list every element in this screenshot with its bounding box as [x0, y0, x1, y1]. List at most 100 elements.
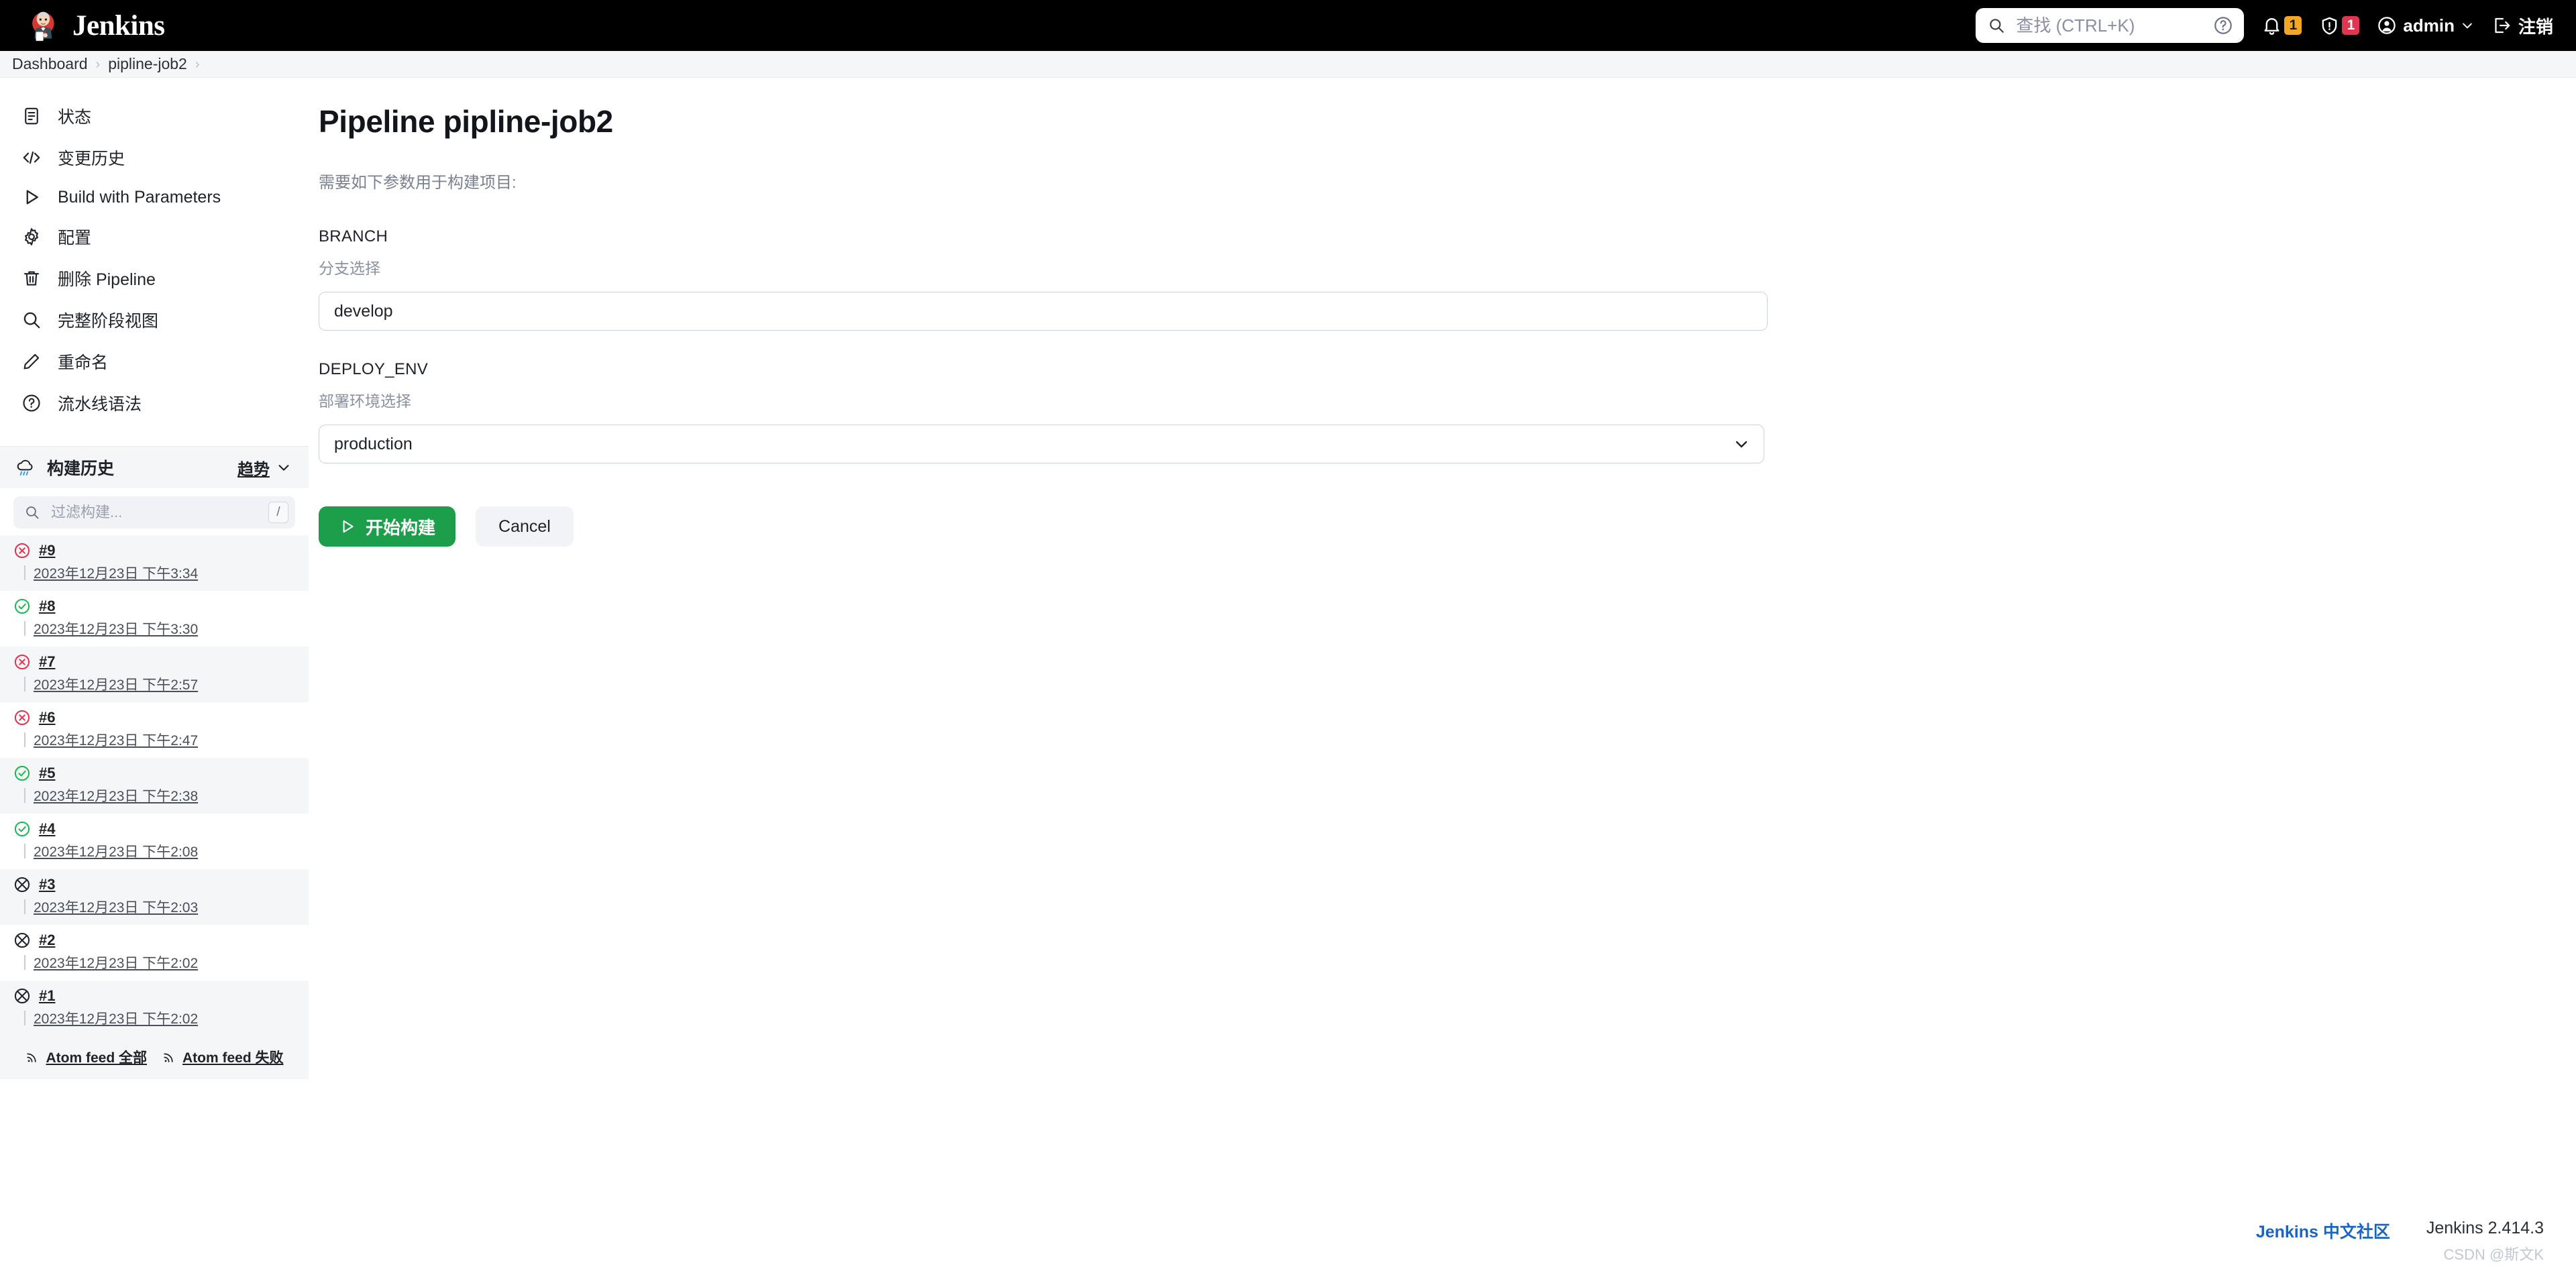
sidebar-item-configure[interactable]: 配置 — [0, 216, 309, 258]
build-row[interactable]: #2 2023年12月23日 下午2:02 — [0, 925, 309, 981]
parameter-name: BRANCH — [319, 227, 388, 245]
build-timestamp-link[interactable]: 2023年12月23日 下午2:02 — [34, 1008, 198, 1028]
status-success-icon — [14, 598, 30, 614]
build-row[interactable]: #5 2023年12月23日 下午2:38 — [0, 758, 309, 814]
sidebar: 状态 变更历史 Build with Parameters 配置 删除 Pipe… — [0, 78, 309, 1079]
status-aborted-icon — [14, 932, 30, 948]
build-time-wrap: 2023年12月23日 下午2:02 — [13, 1008, 309, 1028]
pencil-icon — [23, 353, 40, 370]
deploy-env-select[interactable]: production — [319, 425, 1764, 463]
build-top: #9 — [13, 542, 309, 559]
help-circle-icon — [23, 394, 40, 412]
build-history-title: 构建历史 — [47, 459, 115, 478]
build-number-link[interactable]: #4 — [39, 820, 55, 838]
page-body: 状态 变更历史 Build with Parameters 配置 删除 Pipe… — [0, 78, 2576, 1278]
notifications-badge: 1 — [2284, 16, 2302, 35]
build-time-wrap: 2023年12月23日 下午2:08 — [13, 841, 309, 861]
start-build-button[interactable]: 开始构建 — [319, 506, 456, 547]
breadcrumb: Dashboard › pipline-job2 › — [0, 51, 2576, 78]
sidebar-item-label: 重命名 — [58, 353, 109, 372]
code-brackets-icon — [23, 151, 40, 164]
build-timeline-bar — [24, 1011, 25, 1025]
build-row[interactable]: #1 2023年12月23日 下午2:02 — [0, 981, 309, 1036]
build-timestamp-link[interactable]: 2023年12月23日 下午2:03 — [34, 897, 198, 917]
build-number-link[interactable]: #3 — [39, 876, 55, 893]
help-circle-icon[interactable] — [2213, 15, 2233, 36]
brand-home-link[interactable]: Jenkins — [27, 8, 165, 43]
build-time-wrap: 2023年12月23日 下午2:02 — [13, 952, 309, 972]
sidebar-item-label: 变更历史 — [58, 150, 125, 168]
build-number-link[interactable]: #2 — [39, 932, 55, 949]
security-button[interactable]: 1 — [2319, 15, 2360, 36]
build-trend-dropdown[interactable]: 趋势 — [237, 456, 291, 480]
build-timestamp-link[interactable]: 2023年12月23日 下午2:08 — [34, 841, 198, 861]
build-row[interactable]: #8 2023年12月23日 下午3:30 — [0, 591, 309, 647]
build-row[interactable]: #3 2023年12月23日 下午2:03 — [0, 869, 309, 925]
search-icon — [26, 506, 39, 519]
sidebar-item-changes[interactable]: 变更历史 — [0, 137, 309, 178]
breadcrumb-item-dashboard[interactable]: Dashboard — [12, 55, 88, 73]
build-timeline-bar — [24, 677, 25, 691]
sidebar-item-label: 配置 — [58, 229, 92, 247]
user-menu[interactable]: admin — [2377, 15, 2474, 36]
jenkins-butler-logo-icon — [32, 11, 54, 42]
branch-input[interactable] — [319, 292, 1768, 331]
build-timestamp-link[interactable]: 2023年12月23日 下午3:34 — [34, 563, 198, 583]
brand-name: Jenkins — [72, 9, 165, 42]
play-triangle-icon — [26, 190, 38, 205]
sidebar-item-build-with-parameters[interactable]: Build with Parameters — [0, 178, 309, 216]
build-timeline-bar — [24, 565, 25, 580]
security-badge: 1 — [2342, 16, 2360, 35]
build-row[interactable]: #9 2023年12月23日 下午3:34 — [0, 535, 309, 591]
build-number-link[interactable]: #1 — [39, 987, 55, 1005]
cancel-button[interactable]: Cancel — [476, 506, 574, 547]
atom-feed-all-link[interactable]: Atom feed 全部 — [25, 1047, 147, 1067]
build-timestamp-link[interactable]: 2023年12月23日 下午2:02 — [34, 952, 198, 972]
user-circle-icon — [2378, 17, 2396, 34]
build-number-link[interactable]: #5 — [39, 765, 55, 782]
build-trend-label: 趋势 — [237, 460, 270, 479]
build-timestamp-link[interactable]: 2023年12月23日 下午2:38 — [34, 785, 198, 805]
global-search-box[interactable] — [1976, 8, 2245, 43]
build-top: #3 — [13, 876, 309, 893]
breadcrumb-item-job[interactable]: pipline-job2 — [108, 55, 187, 73]
trash-icon — [23, 271, 40, 286]
build-row[interactable]: #4 2023年12月23日 下午2:08 — [0, 814, 309, 869]
build-time-wrap: 2023年12月23日 下午2:47 — [13, 730, 309, 750]
build-filter[interactable]: / — [13, 496, 295, 529]
notifications-button[interactable]: 1 — [2261, 15, 2302, 36]
app-footer: Jenkins 中文社区 Jenkins 2.414.3 CSDN @斯文K — [0, 1199, 2576, 1279]
sidebar-item-full-stage-view[interactable]: 完整阶段视图 — [0, 299, 309, 341]
jenkins-community-link[interactable]: Jenkins 中文社区 — [2256, 1219, 2390, 1243]
build-number-link[interactable]: #8 — [39, 598, 55, 615]
chevron-down-icon — [278, 465, 289, 471]
sidebar-item-pipeline-syntax[interactable]: 流水线语法 — [0, 382, 309, 424]
build-timestamp-link[interactable]: 2023年12月23日 下午2:47 — [34, 730, 198, 750]
build-row[interactable]: #6 2023年12月23日 下午2:47 — [0, 702, 309, 758]
status-success-icon — [14, 765, 30, 781]
document-status-icon — [25, 107, 38, 125]
chevron-right-icon: › — [95, 56, 101, 72]
main-content: Pipeline pipline-job2 需要如下参数用于构建项目: BRAN… — [309, 78, 2576, 547]
build-filter-input[interactable] — [50, 503, 259, 522]
build-timeline-bar — [24, 955, 25, 970]
build-number-link[interactable]: #7 — [39, 653, 55, 671]
build-number-link[interactable]: #9 — [39, 542, 55, 559]
start-build-label: 开始构建 — [366, 517, 436, 538]
gear-icon — [25, 228, 38, 245]
logout-button[interactable]: 注销 — [2491, 13, 2553, 38]
build-time-wrap: 2023年12月23日 下午2:38 — [13, 785, 309, 805]
sidebar-item-delete-pipeline[interactable]: 删除 Pipeline — [0, 258, 309, 299]
sidebar-item-rename[interactable]: 重命名 — [0, 341, 309, 382]
build-number-link[interactable]: #6 — [39, 709, 55, 726]
sidebar-item-status[interactable]: 状态 — [0, 95, 309, 137]
build-time-wrap: 2023年12月23日 下午3:34 — [13, 563, 309, 583]
atom-feed-failed-label: Atom feed 失败 — [182, 1050, 284, 1066]
build-timestamp-link[interactable]: 2023年12月23日 下午2:57 — [34, 674, 198, 694]
build-timestamp-link[interactable]: 2023年12月23日 下午3:30 — [34, 618, 198, 638]
build-row[interactable]: #7 2023年12月23日 下午2:57 — [0, 647, 309, 702]
sidebar-item-label: 完整阶段视图 — [58, 312, 159, 331]
search-input[interactable] — [2015, 14, 2204, 37]
atom-feed-failed-link[interactable]: Atom feed 失败 — [162, 1047, 284, 1067]
header-actions: 1 1 admin — [1976, 8, 2553, 43]
